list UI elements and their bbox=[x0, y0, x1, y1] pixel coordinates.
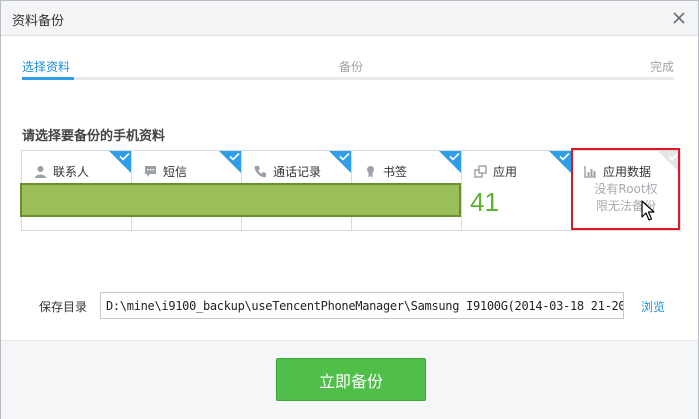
save-directory-path: D:\mine\i9100_backup\useTencentPhoneMana… bbox=[106, 299, 624, 313]
step-progress-track bbox=[22, 77, 674, 80]
close-icon bbox=[673, 12, 685, 24]
dialog-footer: 立即备份 bbox=[1, 340, 698, 419]
card-label: 通话记录 bbox=[273, 165, 322, 179]
annotation-highlight-box bbox=[571, 148, 680, 230]
step-select-data: 选择资料 bbox=[22, 60, 71, 74]
save-directory-label: 保存目录 bbox=[39, 300, 88, 314]
title-bar: 资料备份 bbox=[1, 1, 698, 36]
person-icon bbox=[35, 166, 46, 178]
start-backup-button[interactable]: 立即备份 bbox=[276, 358, 426, 401]
checked-corner-icon bbox=[109, 151, 131, 173]
mouse-cursor-icon bbox=[641, 200, 655, 221]
step-done: 完成 bbox=[649, 60, 674, 74]
checked-corner-icon bbox=[219, 151, 241, 173]
section-title: 请选择要备份的手机资料 bbox=[22, 129, 166, 144]
card-label: 书签 bbox=[383, 165, 408, 179]
card-label: 联系人 bbox=[53, 165, 90, 179]
phone-icon bbox=[254, 166, 266, 178]
redaction-overlay bbox=[20, 183, 461, 217]
step-progress-fill bbox=[22, 77, 75, 80]
browse-link[interactable]: 浏览 bbox=[641, 298, 665, 315]
save-directory-field[interactable]: D:\mine\i9100_backup\useTencentPhoneMana… bbox=[100, 292, 624, 319]
card-apps[interactable]: 应用 41 bbox=[462, 151, 572, 230]
step-indicator: 选择资料 备份 完成 bbox=[22, 58, 674, 80]
card-label: 应用 bbox=[493, 165, 518, 179]
checked-corner-icon bbox=[439, 151, 461, 173]
apps-icon bbox=[474, 165, 487, 178]
close-button[interactable] bbox=[668, 7, 690, 29]
backup-dialog: 资料备份 选择资料 备份 完成 请选择要备份的手机资料 联系人 短信 通话记录 … bbox=[0, 0, 699, 419]
window-title: 资料备份 bbox=[12, 14, 65, 29]
card-label: 短信 bbox=[163, 165, 188, 179]
bookmark-icon bbox=[367, 166, 374, 178]
message-icon bbox=[145, 166, 156, 177]
step-backup: 备份 bbox=[339, 60, 364, 74]
checked-corner-icon bbox=[549, 151, 571, 173]
checked-corner-icon bbox=[329, 151, 351, 173]
app-count: 41 bbox=[470, 187, 499, 217]
